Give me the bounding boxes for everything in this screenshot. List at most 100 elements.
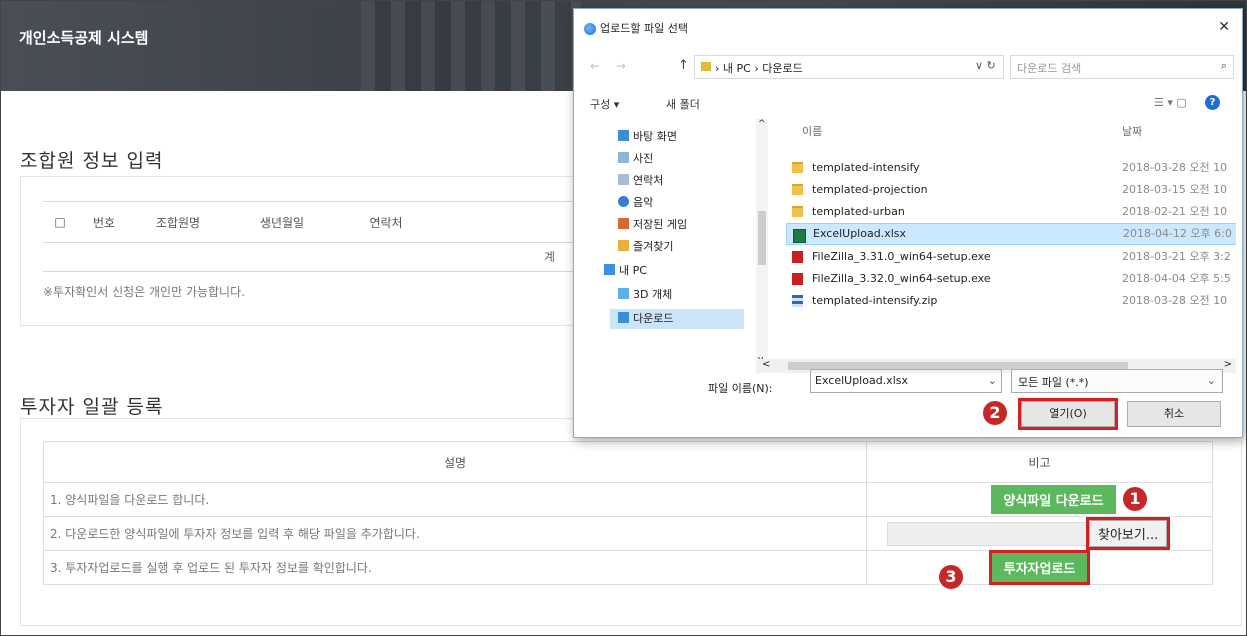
member-table-header: □ 번호 조합원명 생년월일 연락처 [43, 201, 595, 243]
chevron-down-icon: ⌄ [1206, 374, 1216, 387]
filezilla-icon [792, 273, 803, 285]
bulk-panel: 설명 비고 1. 양식파일을 다운로드 합니다. 양식파일 다운로드 2. 다운… [20, 418, 1242, 626]
row-description: 3. 투자자업로드를 실행 후 업로드 된 투자자 정보를 확인합니다. [43, 550, 867, 585]
member-note: ※투자확인서 신청은 개인만 가능합니다. [43, 285, 245, 299]
navigation-pane: 바탕 화면 사진 연락처 음악 저장된 게임 즐겨찾기 내 PC 3D 개체 다… [582, 119, 770, 379]
file-row[interactable]: templated-urban 2018-02-21 오전 10 [786, 201, 1236, 223]
refresh-icon[interactable]: ∨ ↻ [975, 59, 996, 72]
open-button[interactable]: 열기(O) [1018, 398, 1118, 430]
member-total-row: 계 [43, 241, 583, 272]
new-folder-button[interactable]: 새 폴더 [666, 96, 700, 112]
nav-item-label: 연락처 [633, 174, 664, 187]
search-icon: ⌕ [1220, 59, 1227, 72]
scroll-right-icon[interactable]: > [1224, 359, 1232, 370]
col-number: 번호 [77, 201, 131, 243]
search-input[interactable]: 다운로드 검색 ⌕ [1010, 55, 1234, 79]
file-path-field[interactable] [887, 521, 1089, 546]
col-birthdate: 생년월일 [225, 201, 339, 243]
scroll-thumb[interactable] [758, 211, 766, 265]
desktop-folder-icon [618, 130, 629, 141]
nav-item-saved-games[interactable]: 저장된 게임 [618, 215, 687, 235]
file-list: 이름 날짜 templated-intensify 2018-03-28 오전 … [786, 119, 1236, 359]
investor-upload-button[interactable]: 투자자업로드 [988, 550, 1091, 585]
file-date: 2018-03-28 오전 10 [1122, 294, 1228, 307]
browser-icon [584, 23, 596, 35]
member-table: □ 번호 조합원명 생년월일 연락처 [43, 201, 595, 243]
organize-menu[interactable]: 구성 ▾ [590, 96, 619, 112]
dialog-title: 업로드할 파일 선택 [600, 22, 688, 35]
callout-badge-1: 1 [1123, 487, 1147, 511]
file-name: templated-intensify [812, 161, 920, 174]
col-name[interactable]: 이름 [802, 123, 822, 139]
filename-field[interactable]: ExcelUpload.xlsx ⌄ [810, 369, 1002, 393]
scroll-up-icon[interactable]: ^ [758, 119, 766, 129]
excel-file-icon [793, 229, 806, 243]
file-row-selected[interactable]: ExcelUpload.xlsx 2018-04-12 오후 6:0 [786, 223, 1236, 245]
file-name: templated-urban [812, 205, 905, 218]
folder-icon [792, 184, 803, 195]
header-background-image [361, 1, 581, 91]
nav-item-contacts[interactable]: 연락처 [618, 171, 663, 191]
games-folder-icon [618, 218, 629, 229]
table-row: 1. 양식파일을 다운로드 합니다. 양식파일 다운로드 [43, 482, 1213, 517]
back-forward-icons[interactable]: ← → [590, 59, 632, 73]
file-name: ExcelUpload.xlsx [813, 227, 906, 240]
bulk-section-title: 투자자 일괄 등록 [20, 396, 164, 418]
nav-item-label: 바탕 화면 [633, 130, 677, 143]
cancel-button[interactable]: 취소 [1127, 401, 1221, 427]
path-text: › 내 PC › 다운로드 [715, 62, 803, 75]
nav-item-label: 즐겨찾기 [633, 240, 674, 253]
nav-item-label: 3D 개체 [633, 288, 673, 301]
file-name: templated-projection [812, 183, 928, 196]
nav-item-this-pc[interactable]: 내 PC [604, 261, 647, 281]
folder-icon [792, 206, 803, 217]
nav-item-favorites[interactable]: 즐겨찾기 [618, 237, 673, 257]
callout-badge-3: 3 [939, 565, 963, 589]
file-row[interactable]: FileZilla_3.31.0_win64-setup.exe 2018-03… [786, 246, 1236, 268]
nav-item-label: 저장된 게임 [633, 218, 688, 231]
table-row: 2. 다운로드한 양식파일에 투자자 정보를 입력 후 해당 파일을 추가합니다… [43, 516, 1213, 551]
filetype-select[interactable]: 모든 파일 (*.*) ⌄ [1011, 369, 1223, 393]
dialog-toolbar: 구성 ▾ 새 폴더 ☰ ▾ ▢ ? [574, 91, 1242, 115]
nav-item-label: 음악 [633, 196, 654, 209]
downloads-folder-icon [701, 62, 711, 71]
file-date: 2018-04-04 오후 5:5 [1122, 272, 1231, 285]
nav-item-music[interactable]: 음악 [618, 193, 653, 213]
3d-objects-folder-icon [618, 288, 629, 299]
close-icon[interactable]: ✕ [1218, 19, 1230, 35]
dialog-title-bar: 업로드할 파일 선택 [584, 20, 688, 36]
path-breadcrumb[interactable]: › 내 PC › 다운로드 [694, 55, 1004, 79]
bulk-table: 설명 비고 1. 양식파일을 다운로드 합니다. 양식파일 다운로드 2. 다운… [43, 441, 1213, 585]
favorites-folder-icon [618, 240, 629, 251]
nav-item-downloads[interactable]: 다운로드 [610, 309, 744, 329]
nav-item-3d-objects[interactable]: 3D 개체 [618, 285, 672, 305]
browse-button[interactable]: 찾아보기... [1085, 517, 1171, 550]
file-row[interactable]: templated-projection 2018-03-15 오전 10 [786, 179, 1236, 201]
file-row[interactable]: templated-intensify.zip 2018-03-28 오전 10 [786, 290, 1236, 312]
nav-scrollbar[interactable]: ^ v [756, 119, 768, 367]
row-description: 1. 양식파일을 다운로드 합니다. [43, 482, 867, 517]
view-options-icon[interactable]: ☰ ▾ ▢ [1154, 96, 1187, 109]
col-description: 설명 [43, 441, 867, 483]
col-date[interactable]: 날짜 [1122, 123, 1142, 139]
select-all-checkbox[interactable]: □ [43, 201, 77, 243]
nav-item-pictures[interactable]: 사진 [618, 149, 653, 169]
filename-value: ExcelUpload.xlsx [815, 374, 908, 387]
nav-item-label: 다운로드 [633, 312, 674, 325]
col-remarks: 비고 [866, 441, 1213, 483]
scroll-left-icon[interactable]: < [762, 359, 770, 370]
table-row: 3. 투자자업로드를 실행 후 업로드 된 투자자 정보를 확인합니다. 투자자… [43, 550, 1213, 585]
file-date: 2018-02-21 오전 10 [1122, 205, 1228, 218]
file-row[interactable]: templated-intensify 2018-03-28 오전 10 [786, 157, 1236, 179]
help-icon[interactable]: ? [1205, 95, 1220, 110]
nav-item-desktop[interactable]: 바탕 화면 [618, 127, 677, 147]
file-row[interactable]: FileZilla_3.32.0_win64-setup.exe 2018-04… [786, 268, 1236, 290]
pc-icon [604, 264, 615, 275]
up-arrow-icon[interactable]: ↑ [678, 58, 689, 73]
download-template-button[interactable]: 양식파일 다운로드 [991, 485, 1116, 514]
file-date: 2018-03-15 오전 10 [1122, 183, 1228, 196]
file-date: 2018-03-28 오전 10 [1122, 161, 1228, 174]
filename-label: 파일 이름(N): [708, 382, 773, 395]
chevron-down-icon[interactable]: ⌄ [988, 374, 997, 387]
folder-icon [792, 162, 803, 173]
